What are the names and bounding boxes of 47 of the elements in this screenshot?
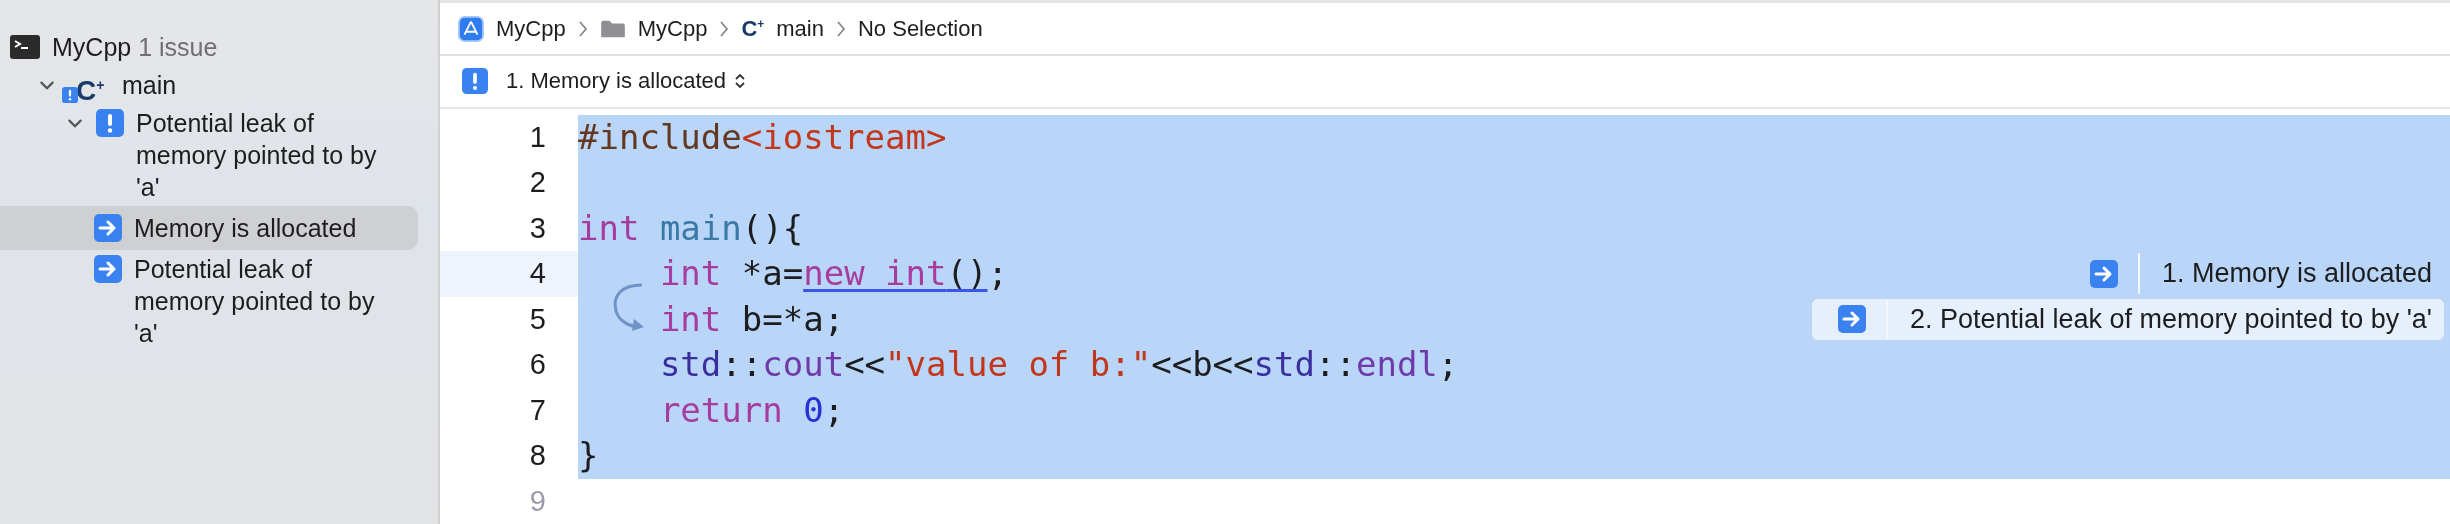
terminal-icon — [10, 35, 40, 59]
issue-badge-icon — [62, 87, 78, 103]
breadcrumb-item[interactable]: MyCpp — [496, 15, 566, 42]
breadcrumb-item[interactable]: MyCpp — [637, 15, 708, 42]
item-label: Potential leak of memory pointed to by 'a' — [136, 108, 378, 203]
cpp-icon: C$^{+}$ — [76, 75, 105, 107]
breadcrumb-item[interactable]: No Selection — [857, 15, 983, 42]
chevron-icon — [719, 19, 730, 38]
navigator-item[interactable]: MyCpp 1 issue — [0, 28, 418, 66]
code-line: #include<iostream> — [578, 116, 947, 157]
code-line: } — [578, 435, 599, 475]
issue-icon — [462, 68, 488, 95]
issue-annotation[interactable]: 2. Potential leak of memory pointed to by 'a' — [1811, 298, 2444, 340]
line-number: 1 — [528, 119, 547, 155]
issue-icon — [96, 109, 124, 137]
issue-annotation[interactable]: 1. Memory is allocated — [2063, 253, 2444, 295]
issue-step-selector[interactable]: 1. Memory is allocated — [506, 68, 727, 95]
code-line: std::cout<<"value of b:"<<b<<std::endl; — [659, 344, 1459, 384]
line-number: 8 — [528, 438, 547, 473]
up-down-chevron-icon[interactable] — [734, 72, 747, 91]
chevron-icon — [577, 19, 588, 38]
line-number: 7 — [528, 392, 547, 428]
item-label: MyCpp 1 issue — [52, 32, 218, 63]
app-icon — [458, 15, 484, 42]
line-number: 5 — [528, 301, 547, 337]
navigator-item[interactable]: C$^{+}$ main — [0, 66, 418, 104]
code-line: int b=*a; — [659, 298, 845, 339]
item-label: Potential leak of memory pointed to by 'a' — [134, 254, 376, 349]
line-number: 9 — [528, 483, 547, 519]
chevron-icon — [835, 19, 846, 38]
line-number: 6 — [528, 347, 547, 382]
item-label: Memory is allocated — [134, 213, 357, 244]
folder-icon — [599, 18, 626, 39]
code-editor[interactable]: 1 #include<iostream> 2 3 int main(){ 4 int *a=new int(); 1. Memory is allocated 5 int b=*a; 2. Potential leak of memory pointed to by 'a' 6 std::cout<<"value of b:"<<b<<std::endl; 7 return 0; 8 } 9 — [440, 108, 2450, 524]
issue-count: 1 issue — [138, 33, 218, 61]
code-line: return 0; — [659, 389, 845, 430]
issue-step-item[interactable]: Potential leak of memory pointed to by 'a' — [0, 250, 418, 352]
issue-step-item[interactable]: Memory is allocated — [0, 206, 418, 250]
cpp-icon: C$^{+}$ — [741, 15, 765, 42]
item-label: main — [122, 70, 177, 101]
line-number: 2 — [528, 165, 547, 200]
code-line: int *a=new int(); — [659, 253, 1008, 293]
breadcrumb-item[interactable]: main — [776, 15, 824, 42]
navigator-item[interactable]: Potential leak of memory pointed to by 'a' — [0, 104, 418, 206]
line-number: 4 — [440, 251, 578, 297]
code-line: int main(){ — [578, 207, 804, 248]
line-number: 3 — [528, 210, 547, 246]
